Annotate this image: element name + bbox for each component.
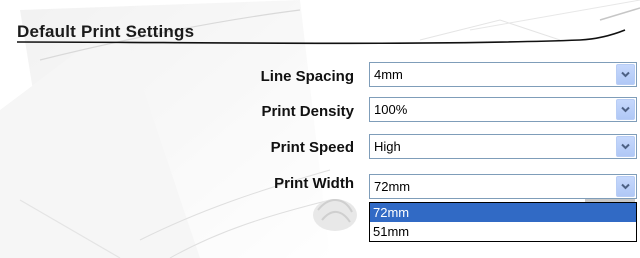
print-width-dropdown-button[interactable] (616, 176, 635, 197)
line-spacing-select[interactable]: 4mm (369, 62, 637, 87)
option-72mm[interactable]: 72mm (370, 203, 636, 222)
section-title: Default Print Settings (17, 22, 195, 41)
line-spacing-label: Line Spacing (260, 68, 354, 85)
print-density-select[interactable]: 100% (369, 97, 637, 122)
print-density-value: 100% (374, 102, 408, 117)
line-spacing-dropdown-button[interactable] (616, 64, 635, 85)
line-spacing-value: 4mm (374, 67, 403, 82)
option-51mm[interactable]: 51mm (370, 222, 636, 241)
print-speed-dropdown-button[interactable] (616, 136, 635, 157)
print-width-select[interactable]: 72mm (369, 174, 637, 199)
print-density-label: Print Density (261, 103, 354, 120)
print-speed-label: Print Speed (270, 139, 354, 156)
print-density-dropdown-button[interactable] (616, 99, 635, 120)
chevron-down-icon (621, 106, 630, 113)
chevron-down-icon (621, 143, 630, 150)
print-speed-value: High (374, 139, 401, 154)
print-width-options-list[interactable]: 72mm 51mm (369, 202, 637, 242)
print-width-value: 72mm (374, 179, 411, 194)
print-speed-select[interactable]: High (369, 134, 637, 159)
print-width-label: Print Width (274, 175, 354, 192)
chevron-down-icon (621, 183, 630, 190)
chevron-down-icon (621, 71, 630, 78)
